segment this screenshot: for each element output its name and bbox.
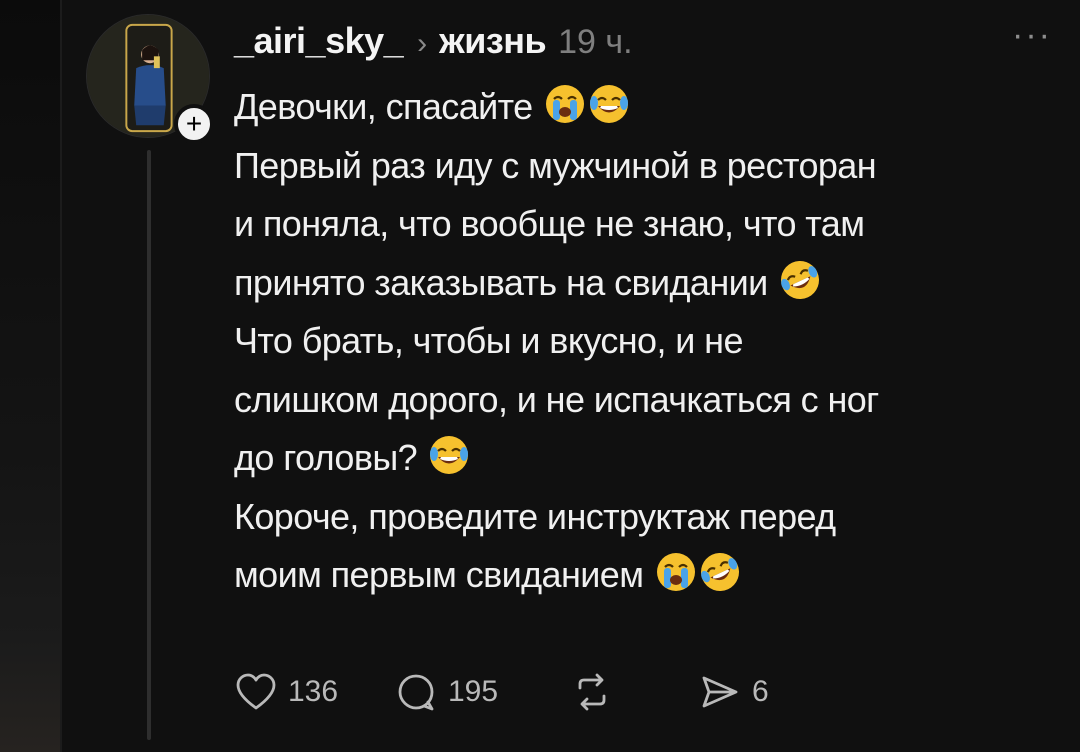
post-body: Девочки, спасайте Первый раз иду с мужчи… <box>234 78 1064 605</box>
screen: + _airi_sky_ › жизнь 19 ч. ··· Девочки, … <box>0 0 1080 752</box>
heart-icon <box>234 670 278 714</box>
post-text-line: до головы? <box>234 429 1064 488</box>
loudly-crying-face-icon <box>655 551 697 593</box>
chevron-right-icon: › <box>417 27 428 60</box>
post-text-line: Первый раз иду с мужчиной в ресторан <box>234 144 877 186</box>
follow-button[interactable]: + <box>174 104 214 144</box>
thread-line <box>147 150 151 740</box>
post-text-line: принято заказывать на свидании <box>234 254 1064 313</box>
community-name[interactable]: жизнь <box>439 20 546 62</box>
post-text-line: моим первым свиданием <box>234 546 1064 605</box>
share-button[interactable]: 6 <box>698 670 769 714</box>
username[interactable]: _airi_sky_ <box>234 20 404 62</box>
reply-button[interactable]: 195 <box>394 670 570 714</box>
post-text-line: слишком дорого, и не испачкаться с ног <box>234 378 879 420</box>
send-icon <box>698 670 742 714</box>
post-actions: 136 195 6 <box>234 664 769 720</box>
face-with-tears-of-joy-icon <box>428 434 470 476</box>
rolling-on-the-floor-laughing-icon <box>779 259 821 301</box>
loudly-crying-face-icon <box>544 83 586 125</box>
more-options-icon[interactable]: ··· <box>1012 18 1052 52</box>
post-text-line: Что брать, чтобы и вкусно, и не <box>234 320 743 361</box>
comment-icon <box>394 670 438 714</box>
post-timestamp: 19 ч. <box>558 23 633 61</box>
rolling-on-the-floor-laughing-icon <box>699 551 741 593</box>
repost-button[interactable] <box>570 670 698 714</box>
thread-post: + _airi_sky_ › жизнь 19 ч. ··· Девочки, … <box>62 0 1080 752</box>
post-text-line: и поняла, что вообще не знаю, что там <box>234 203 865 244</box>
post-text-line: Девочки, спасайте <box>234 78 1064 137</box>
post-header: _airi_sky_ › жизнь 19 ч. <box>234 20 633 68</box>
share-count: 6 <box>752 675 769 708</box>
post-text-line: Короче, проведите инструктаж перед <box>234 495 836 537</box>
face-with-tears-of-joy-icon <box>588 83 630 125</box>
like-count: 136 <box>288 675 339 708</box>
left-edge-background <box>0 0 62 752</box>
reply-count: 195 <box>448 675 499 708</box>
like-button[interactable]: 136 <box>234 670 394 714</box>
repost-icon <box>570 670 614 714</box>
